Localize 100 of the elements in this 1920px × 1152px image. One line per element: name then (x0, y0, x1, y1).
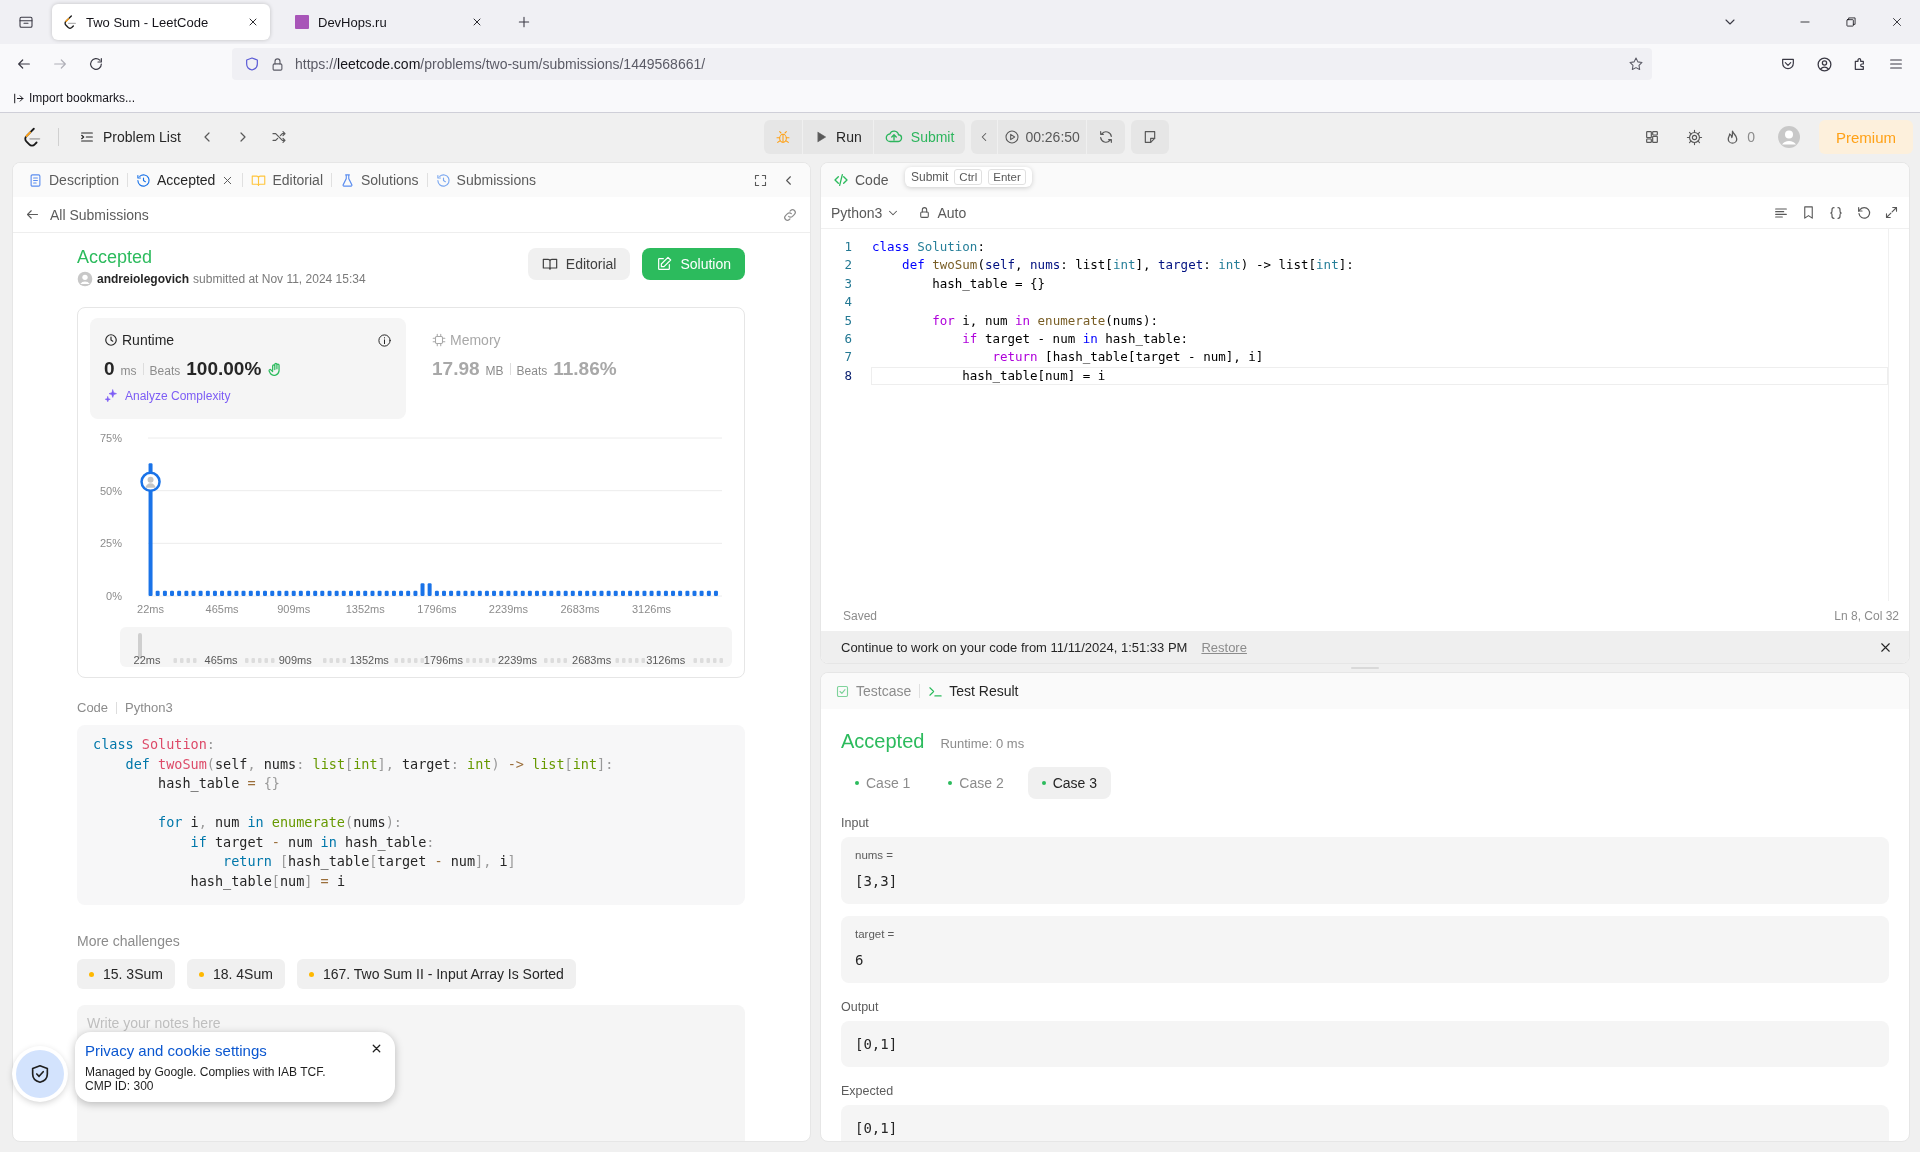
info-icon[interactable] (377, 332, 392, 348)
square-icon (294, 14, 310, 30)
panel-tab[interactable]: Description (23, 165, 125, 195)
chart-bar (585, 590, 590, 596)
challenge-chip[interactable]: 15. 3Sum (77, 959, 175, 989)
chart-bar (663, 590, 668, 596)
code-line: hash_table = {} (931, 274, 1047, 293)
bookmark-icon[interactable] (1801, 205, 1816, 220)
chart-bar (349, 590, 353, 596)
chart-bar (578, 590, 583, 596)
axis-label: 0% (106, 590, 122, 602)
chart-bar (162, 590, 167, 596)
editorial-button[interactable]: Editorial (527, 248, 631, 280)
chart-bar (341, 590, 346, 596)
variable-name: nums = (855, 848, 895, 863)
back-icon (25, 207, 40, 222)
panel-tab[interactable]: Code (829, 165, 893, 195)
axis-label: 2683ms (572, 654, 612, 666)
section-label: More challenges (77, 933, 181, 949)
expand-icon[interactable] (1884, 205, 1899, 220)
star-icon[interactable] (1628, 56, 1644, 72)
axis-label: 465ms (205, 603, 239, 615)
chart-bar (391, 590, 396, 596)
browser-tab[interactable]: DevHops.ru (284, 4, 494, 40)
panel-tab[interactable]: Solutions (335, 165, 424, 195)
panel-tab[interactable]: Editorial (246, 165, 328, 195)
chart-bar (570, 590, 575, 596)
undo-icon[interactable] (1856, 204, 1872, 221)
code-line: class Solution: (93, 735, 216, 754)
chart-bar (248, 590, 253, 596)
axis-label: 25% (99, 537, 122, 550)
chart-bar (384, 590, 389, 596)
code-line: for i, num in enumerate(nums): (157, 813, 403, 832)
chart-bar (563, 590, 568, 596)
back-link[interactable]: All Submissions (25, 206, 149, 223)
chart-bar (334, 590, 339, 596)
privacy-button[interactable] (16, 1050, 64, 1098)
beats-value: 11.86% (553, 358, 617, 380)
axis-label: 75% (99, 432, 122, 444)
layout-icon (1644, 129, 1661, 145)
chart-bar (470, 590, 475, 596)
range-slider[interactable]: 22ms 465ms 909ms 1352ms 1796ms 2239ms 2683ms 3126ms (120, 627, 732, 667)
challenge-chip[interactable]: 167. Two Sum II - Input Array Is Sorted (296, 959, 576, 989)
chart-bar (184, 590, 189, 596)
chart-bar (592, 590, 597, 596)
checkbox-icon (835, 683, 850, 699)
chart-bar (506, 590, 511, 596)
chart-bar (449, 590, 454, 596)
url-field[interactable]: https://leetcode.com/problems/two-sum/submissions/1449568661/ (232, 48, 1652, 80)
run-button[interactable]: Run (803, 120, 873, 154)
import-icon (12, 91, 25, 105)
close-button[interactable] (370, 1042, 383, 1055)
timer-button[interactable]: 00:26:50 (998, 120, 1086, 154)
code-line: hash_table = {} (157, 774, 281, 794)
chart-bar (456, 590, 461, 596)
metric-value: 17.98 (432, 358, 480, 380)
analyze-link[interactable]: Analyze Complexity (104, 388, 231, 403)
chart-bar (492, 590, 497, 596)
chart-bar (284, 590, 289, 596)
reset-timer-button[interactable] (1086, 120, 1125, 154)
chart-bar (420, 583, 425, 596)
pocket-icon (1780, 56, 1796, 72)
chart-bar (399, 590, 404, 596)
submission-time: submitted at Nov 11, 2024 15:34 (193, 272, 366, 286)
panel-tab[interactable]: Submissions (430, 165, 541, 195)
chart-bar (513, 590, 518, 596)
braces-icon[interactable] (1828, 204, 1844, 221)
challenge-chip[interactable]: 18. 4Sum (186, 959, 285, 989)
panel-tab[interactable]: Accepted (131, 165, 240, 195)
chart-bar (227, 590, 232, 596)
chart-bar (427, 583, 432, 596)
chart-bar (413, 590, 418, 596)
chart-bar (621, 590, 625, 596)
axis-label: 1796ms (417, 603, 457, 615)
beats-value: 100.00% (186, 358, 262, 380)
status-title: Accepted (77, 246, 154, 269)
browser-tab[interactable]: Two Sum - LeetCode (52, 4, 270, 40)
language-dropdown[interactable]: Python3 (831, 204, 901, 221)
chart-bar (656, 590, 661, 596)
line-number: 2 (843, 256, 852, 275)
panel-tab[interactable]: Test Result (924, 676, 1023, 706)
metric-card[interactable]: Runtime 0 ms Beats 100.00% Analyze Complexity (90, 318, 406, 419)
section-label: Expected (841, 1083, 895, 1099)
metric-unit: MB (485, 364, 504, 378)
tab-list-icon (18, 14, 34, 30)
problem-list-button[interactable]: Problem List (73, 121, 187, 153)
chart-bar (534, 590, 539, 596)
privacy-settings-link[interactable]: Privacy and cookie settings (85, 1042, 267, 1059)
mode-label: Auto (918, 204, 967, 221)
code-line: for i, num in enumerate(nums): (931, 311, 1159, 330)
chart-bar (327, 590, 332, 596)
restore-message: Continue to work on your code from 11/11/2024, 1:51:33 PM (841, 639, 1188, 655)
chart-bar (370, 590, 375, 596)
axis-label: 22ms (137, 603, 164, 615)
case-tab[interactable]: Case 3 (1027, 767, 1112, 799)
copy-link-button[interactable] (782, 206, 798, 223)
notes-button[interactable] (1130, 120, 1169, 154)
list-icon (79, 129, 95, 145)
bookmark-item[interactable]: Import bookmarks... (8, 87, 140, 109)
code-line: def twoSum(self, nums: list[int], target: int) -> list[int]: (124, 754, 615, 774)
